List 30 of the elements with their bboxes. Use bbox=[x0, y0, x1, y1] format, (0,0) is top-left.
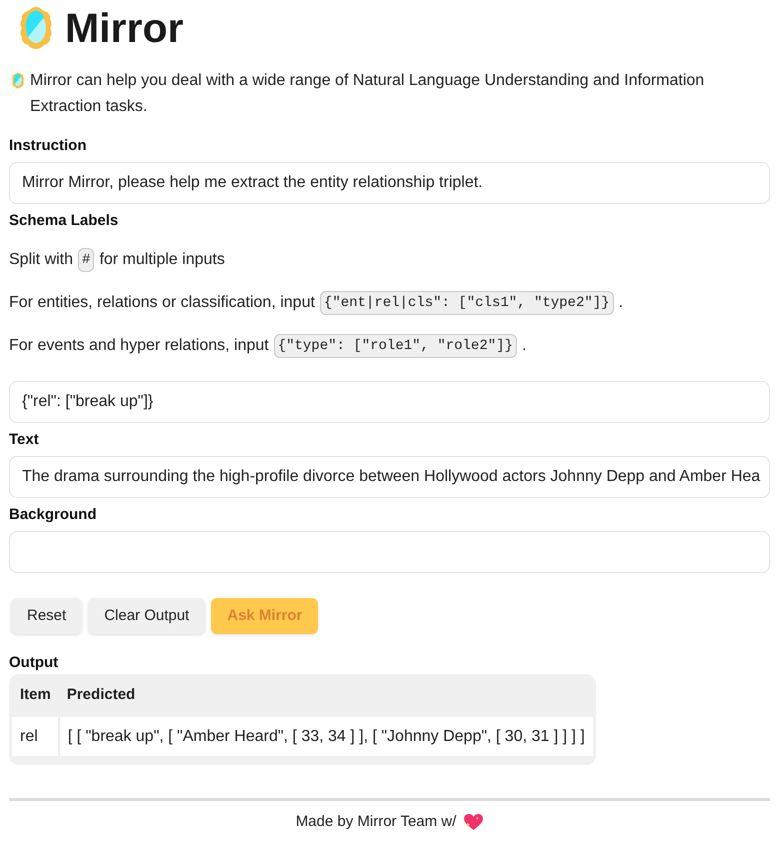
action-button[interactable]: Reset bbox=[11, 598, 82, 634]
action-button[interactable]: Clear Output bbox=[88, 598, 206, 634]
field-label: Instruction bbox=[9, 136, 86, 156]
column-header: Item bbox=[12, 674, 59, 717]
sparkling-heart-icon bbox=[464, 814, 484, 831]
field-label: Background bbox=[9, 505, 97, 525]
hint-text: For entities, relations or classification, input bbox=[9, 293, 315, 313]
mirror-logo-icon bbox=[20, 7, 52, 49]
mirror-icon bbox=[12, 72, 24, 89]
hint-text: For events and hyper relations, input bbox=[9, 336, 269, 356]
background-field[interactable] bbox=[9, 531, 770, 573]
page-title: Mirror bbox=[65, 4, 184, 52]
footer-text: Made by Mirror Team w/ bbox=[296, 812, 456, 832]
code-snippet: {"type": ["role1", "role2"]} bbox=[274, 334, 517, 358]
code-snippet: {"ent|rel|cls": ["cls1", "type2"]} bbox=[320, 291, 614, 315]
hint-text: . bbox=[522, 336, 526, 356]
hint-text: Split with bbox=[9, 250, 74, 270]
table-cell: [ [ "break up", [ "Amber Heard", [ 33, 34 ] ], [ "Johnny Depp", [ 30, 31 ] ] ] ] bbox=[58, 717, 593, 756]
field-label: Text bbox=[9, 430, 39, 450]
instruction-field[interactable]: Mirror Mirror, please help me extract the entity relationship triplet. bbox=[9, 162, 770, 204]
field-label: Schema Labels bbox=[9, 211, 118, 231]
schema-labels-field[interactable]: {"rel": ["break up"]} bbox=[9, 381, 770, 423]
code-snippet: # bbox=[78, 248, 94, 272]
hint-text: for multiple inputs bbox=[99, 250, 225, 270]
table-cell: rel bbox=[12, 717, 59, 756]
intro-text: Mirror can help you deal with a wide range of Natural Language Understanding and Information Extraction tasks. bbox=[30, 71, 706, 117]
field-label: Output bbox=[9, 653, 58, 673]
column-header: Predicted bbox=[58, 674, 593, 717]
hint-text: . bbox=[618, 293, 624, 313]
text-field[interactable]: The drama surrounding the high-profile divorce between Hollywood actors Johnny Depp and Amber Hea bbox=[9, 456, 770, 498]
